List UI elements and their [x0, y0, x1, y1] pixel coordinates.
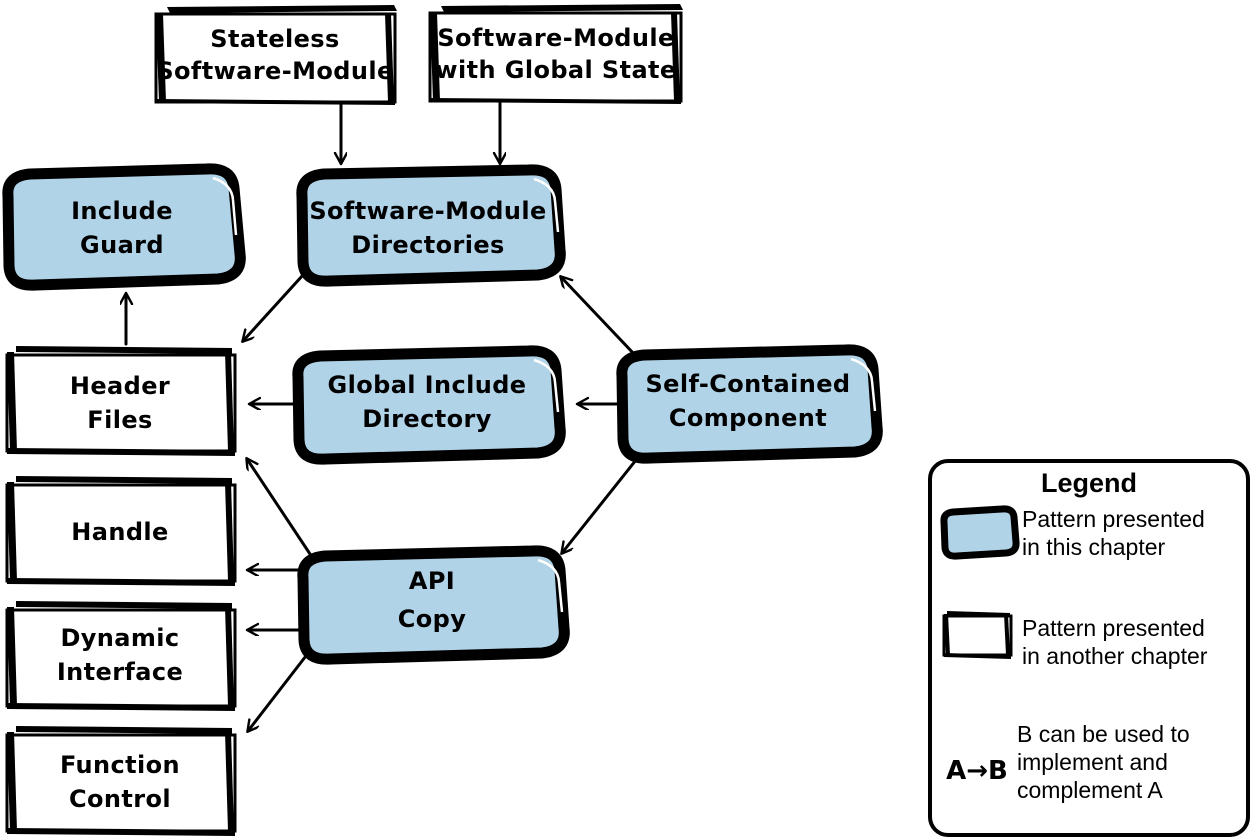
legend-item-line: Pattern presented	[1022, 615, 1205, 641]
node-global-include-directory[interactable]: Global Include Directory	[292, 345, 566, 465]
node-label: Component	[669, 404, 827, 432]
legend-item-line: in this chapter	[1022, 534, 1166, 560]
legend-panel: Legend Pattern presented in this chapter…	[928, 459, 1250, 837]
legend-item-line: Pattern presented	[1022, 506, 1205, 532]
legend-item-line: implement and	[1017, 749, 1168, 775]
node-include-guard[interactable]: Include Guard	[2, 163, 246, 291]
legend-title: Legend	[1041, 468, 1137, 498]
node-label: Files	[87, 406, 152, 434]
node-label: Guard	[80, 231, 164, 259]
node-label: Handle	[71, 518, 168, 546]
node-label: Interface	[57, 658, 183, 686]
node-label: Software-Module	[309, 197, 546, 225]
legend-item-line: complement A	[1017, 777, 1163, 803]
a-to-b-arrow-icon: A→B	[946, 756, 1008, 786]
node-label: Self-Contained	[646, 370, 851, 398]
diagram-canvas: Stateless Software-Module Software-Modul…	[0, 0, 1254, 839]
node-label: Software-Module	[156, 57, 393, 85]
node-self-contained-component[interactable]: Self-Contained Component	[616, 344, 883, 464]
node-software-module-directories[interactable]: Software-Module Directories	[296, 164, 566, 287]
node-function-control[interactable]: Function Control	[5, 726, 237, 836]
node-label: Dynamic	[60, 624, 179, 652]
node-label: API	[409, 567, 455, 595]
white-rectangle-icon	[942, 611, 1013, 659]
node-stateless-software-module[interactable]: Stateless Software-Module	[154, 5, 397, 105]
node-label: Directories	[351, 231, 504, 259]
legend-item-line: B can be used to	[1017, 721, 1190, 747]
node-dynamic-interface[interactable]: Dynamic Interface	[5, 601, 237, 711]
node-label: Include	[71, 197, 173, 225]
edge-self-contained-component-to-software-module-directories	[561, 277, 637, 357]
node-api-copy[interactable]: API Copy	[297, 545, 570, 665]
edge-api-copy-to-header-files	[247, 459, 314, 559]
node-label: Copy	[398, 605, 467, 633]
node-label: Control	[69, 785, 171, 813]
node-label: Directory	[362, 405, 492, 433]
edge-api-copy-to-function-control	[248, 650, 311, 731]
node-handle[interactable]: Handle	[5, 476, 237, 586]
edge-self-contained-component-to-api-copy	[562, 453, 642, 553]
node-label: Stateless	[210, 25, 339, 53]
rounded-blue-shape-icon	[940, 505, 1020, 560]
node-label: Global Include	[328, 371, 527, 399]
node-label: Software-Module	[437, 24, 674, 52]
node-label: Header	[70, 372, 170, 400]
node-header-files[interactable]: Header Files	[5, 346, 237, 456]
relationship-diagram: Stateless Software-Module Software-Modul…	[2, 4, 1250, 837]
node-software-module-with-global-state[interactable]: Software-Module with Global State	[428, 4, 683, 104]
node-label: with Global State	[435, 56, 676, 84]
node-label: Function	[60, 751, 180, 779]
legend-item-line: in another chapter	[1022, 643, 1208, 669]
